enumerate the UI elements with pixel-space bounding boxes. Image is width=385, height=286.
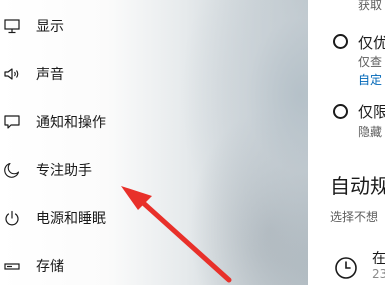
sidebar-item-storage[interactable]: 存储	[0, 246, 300, 286]
sidebar-item-label: 存储	[36, 259, 64, 275]
radio-alarms-only[interactable]	[333, 104, 348, 119]
power-icon	[3, 209, 21, 227]
option-label: 仅限	[358, 103, 385, 121]
customize-priority-link[interactable]: 自定	[358, 71, 382, 88]
sidebar-item-label: 显示	[36, 19, 64, 35]
partial-description: 获取	[358, 0, 383, 12]
sidebar-item-notifications[interactable]: 通知和操作	[0, 102, 300, 142]
option-description: 仅查	[358, 55, 383, 69]
option-description: 隐藏	[358, 125, 383, 139]
sidebar-item-sound[interactable]: 声音	[0, 54, 300, 94]
focus-assist-panel: 获取 仅优 仅查 自定 仅限 隐藏 自动规 选择不想 在 23	[308, 0, 385, 285]
option-label: 仅优	[358, 34, 385, 52]
radio-priority-only[interactable]	[333, 34, 348, 49]
sidebar-item-label: 电源和睡眠	[36, 211, 106, 227]
section-heading: 自动规	[330, 174, 385, 198]
rule-title[interactable]: 在	[372, 248, 385, 268]
sidebar-item-label: 专注助手	[36, 163, 92, 179]
sidebar-item-display[interactable]: 显示	[0, 6, 300, 46]
sidebar-item-label: 声音	[36, 67, 64, 83]
rule-subtitle: 23	[372, 267, 385, 281]
sidebar-item-focus-assist[interactable]: 专注助手	[0, 150, 300, 190]
moon-icon	[3, 161, 21, 179]
notification-icon	[3, 113, 21, 131]
sidebar-item-power-sleep[interactable]: 电源和睡眠	[0, 198, 300, 238]
section-subtitle: 选择不想	[330, 210, 379, 224]
speaker-icon	[3, 65, 21, 83]
sidebar-item-label: 通知和操作	[36, 115, 106, 131]
storage-icon	[3, 257, 21, 275]
settings-sidebar: 显示 声音 通知和操作 专注助手 电源和睡眠 存储	[0, 0, 308, 285]
clock-icon	[334, 256, 358, 284]
monitor-icon	[3, 17, 21, 35]
